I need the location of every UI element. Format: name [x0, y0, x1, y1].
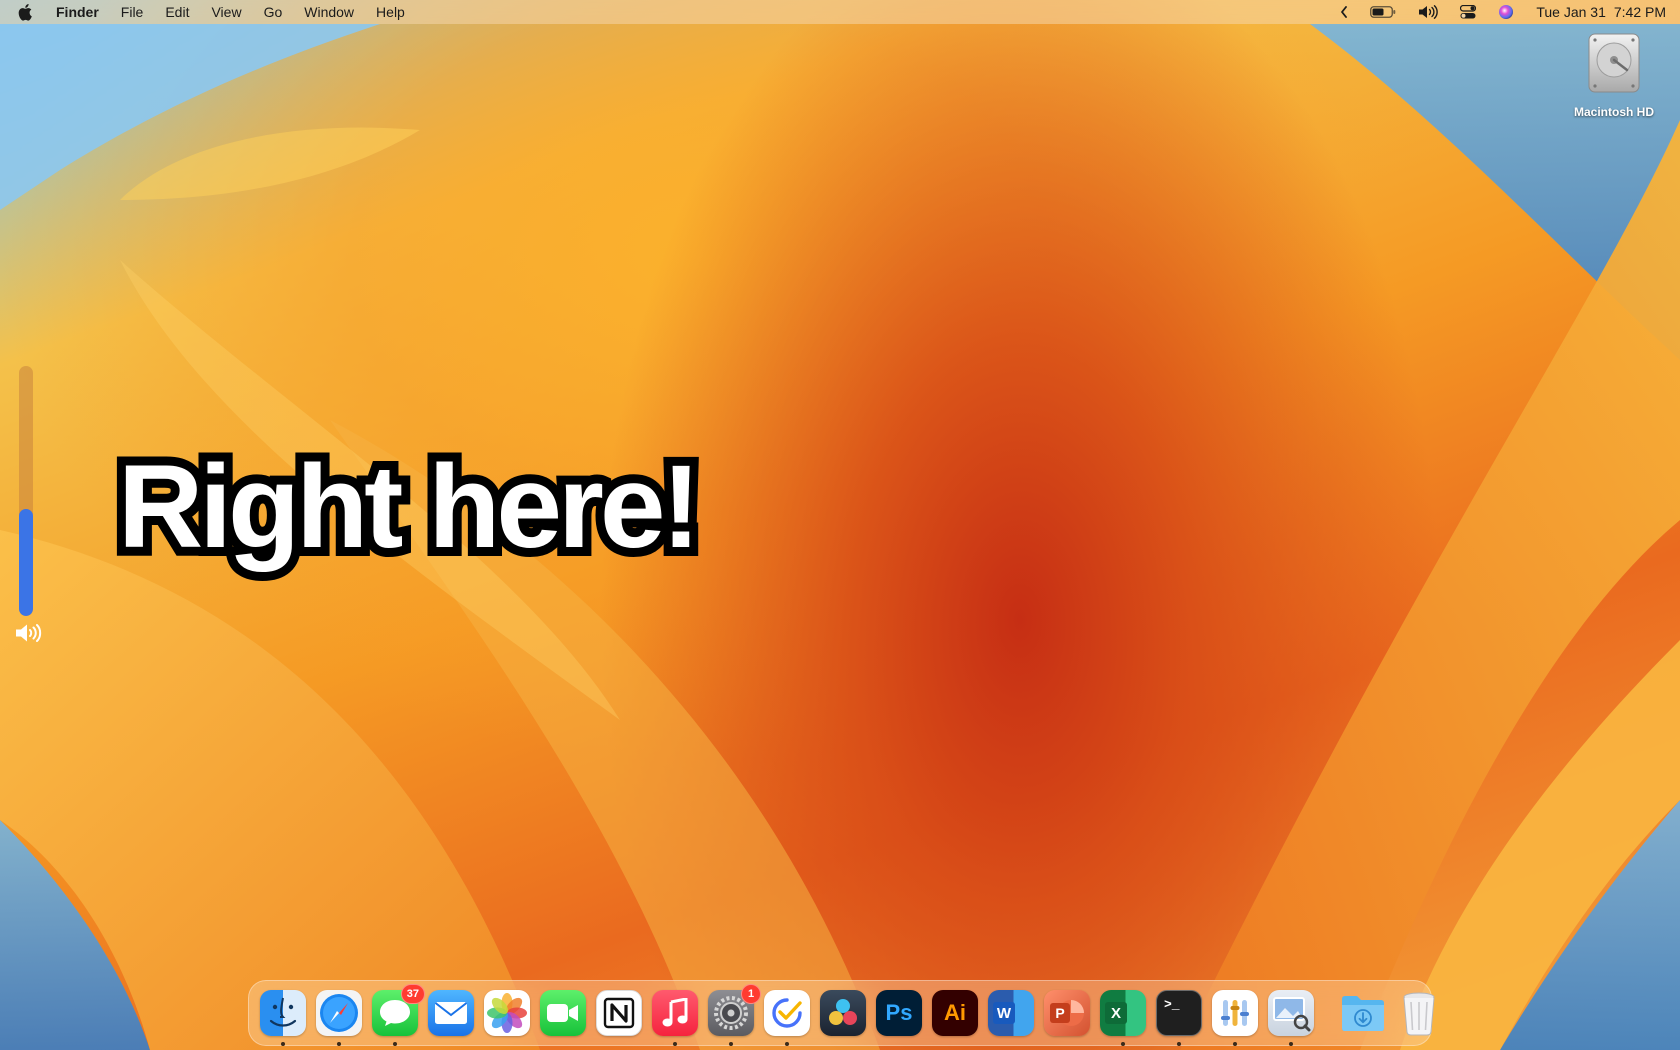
excel-glyph: X — [1105, 1002, 1127, 1024]
running-indicator — [1177, 1042, 1181, 1046]
dock-stack-trash[interactable] — [1395, 989, 1443, 1037]
volume-icon[interactable] — [1418, 0, 1439, 24]
instruments-icon — [1212, 990, 1258, 1036]
mail-icon — [428, 990, 474, 1036]
terminal-glyph: >_ — [1164, 997, 1180, 1012]
dock-app-music[interactable] — [651, 989, 699, 1046]
dock-app-facetime[interactable] — [539, 989, 587, 1037]
dock-app-notion[interactable] — [595, 989, 643, 1037]
dock-app-excel[interactable]: X — [1099, 989, 1147, 1046]
finder-icon — [260, 990, 306, 1036]
menu-view[interactable]: View — [211, 4, 241, 20]
illustrator-icon: Ai — [932, 990, 978, 1036]
terminal-icon: >_ — [1156, 990, 1202, 1036]
badge-count: 37 — [400, 984, 425, 1004]
dock: 37 1 Ps Ai W P X >_ — [248, 980, 1435, 1046]
safari-icon — [316, 990, 362, 1036]
speaker-icon — [14, 622, 42, 649]
dock-stack-downloads[interactable] — [1339, 989, 1387, 1037]
volume-hud — [14, 366, 42, 646]
facetime-icon — [540, 990, 586, 1036]
clock-date: Tue Jan 31 — [1536, 4, 1606, 20]
dock-app-word[interactable]: W — [987, 989, 1035, 1037]
dock-app-ticktick[interactable] — [763, 989, 811, 1046]
downloads-folder-icon — [1340, 990, 1386, 1036]
dock-app-preview[interactable] — [1267, 989, 1315, 1046]
running-indicator — [337, 1042, 341, 1046]
dock-app-illustrator[interactable]: Ai — [931, 989, 979, 1037]
word-glyph: W — [993, 1002, 1015, 1024]
apple-logo-icon[interactable] — [18, 3, 34, 21]
menu-window[interactable]: Window — [304, 4, 354, 20]
trash-icon — [1396, 990, 1442, 1036]
siri-icon[interactable] — [1498, 0, 1514, 24]
excel-icon: X — [1100, 990, 1146, 1036]
photoshop-glyph: Ps — [885, 1000, 913, 1025]
battery-icon[interactable] — [1370, 0, 1396, 24]
dock-app-messages[interactable]: 37 — [371, 984, 425, 1046]
dock-app-safari[interactable] — [315, 989, 363, 1046]
music-icon — [652, 990, 698, 1036]
menu-bar-left: Finder File Edit View Go Window Help — [18, 3, 427, 21]
chevron-left-icon[interactable] — [1340, 0, 1348, 24]
dock-app-system-settings[interactable]: 1 — [707, 984, 761, 1046]
menu-edit[interactable]: Edit — [165, 4, 189, 20]
davinci-resolve-icon — [820, 990, 866, 1036]
dock-app-instruments[interactable] — [1211, 989, 1259, 1046]
desktop-drive-macintosh-hd[interactable]: Macintosh HD — [1566, 32, 1662, 119]
dock-app-powerpoint[interactable]: P — [1043, 989, 1091, 1037]
photoshop-icon: Ps — [876, 990, 922, 1036]
menu-file[interactable]: File — [121, 4, 144, 20]
volume-slider-track[interactable] — [19, 366, 33, 616]
menu-help[interactable]: Help — [376, 4, 405, 20]
menu-bar: Finder File Edit View Go Window Help Tue… — [0, 0, 1680, 24]
photos-icon — [484, 990, 530, 1036]
overlay-caption: Right here! — [109, 439, 710, 575]
running-indicator — [281, 1042, 285, 1046]
notion-icon — [596, 990, 642, 1036]
running-indicator — [1121, 1042, 1125, 1046]
powerpoint-glyph: P — [1050, 1003, 1070, 1023]
menu-bar-status: Tue Jan 31 7:42 PM — [1318, 0, 1666, 24]
running-indicator — [1233, 1042, 1237, 1046]
menu-clock[interactable]: Tue Jan 31 7:42 PM — [1536, 4, 1666, 20]
volume-slider-fill — [19, 508, 33, 616]
word-icon: W — [988, 990, 1034, 1036]
clock-time: 7:42 PM — [1613, 4, 1666, 20]
dock-app-photos[interactable] — [483, 989, 531, 1037]
running-indicator — [393, 1042, 397, 1046]
preview-icon — [1268, 990, 1314, 1036]
running-indicator — [1289, 1042, 1293, 1046]
badge-count: 1 — [741, 984, 761, 1004]
menu-go[interactable]: Go — [264, 4, 283, 20]
running-indicator — [673, 1042, 677, 1046]
hard-drive-icon — [1583, 32, 1645, 99]
running-indicator — [785, 1042, 789, 1046]
dock-app-davinci-resolve[interactable] — [819, 989, 867, 1037]
ticktick-icon — [764, 990, 810, 1036]
drive-label: Macintosh HD — [1573, 105, 1654, 119]
dock-app-mail[interactable] — [427, 989, 475, 1037]
powerpoint-icon: P — [1044, 990, 1090, 1036]
dock-app-terminal[interactable]: >_ — [1155, 989, 1203, 1046]
menu-app-name[interactable]: Finder — [56, 4, 99, 20]
dock-app-finder[interactable] — [259, 989, 307, 1046]
dock-app-photoshop[interactable]: Ps — [875, 989, 923, 1037]
control-center-icon[interactable] — [1460, 0, 1477, 24]
illustrator-glyph: Ai — [944, 1000, 966, 1025]
running-indicator — [729, 1042, 733, 1046]
